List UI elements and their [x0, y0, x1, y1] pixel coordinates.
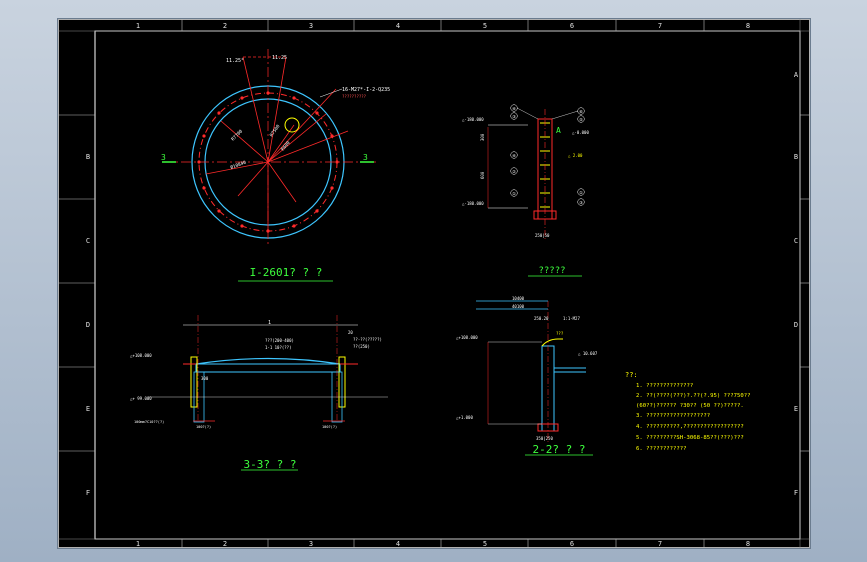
- row-letter: E: [794, 405, 798, 413]
- dim-label: 250.20: [534, 316, 549, 321]
- radius-dim: R600: [280, 140, 292, 152]
- section-2-2-view[interactable]: 10400 40100 △+108.000 △+1.000 1:1-M27 △ …: [456, 296, 598, 456]
- axis-label-right: 3: [363, 153, 368, 162]
- angle-label: 11.25: [272, 55, 287, 61]
- row-letter: A: [794, 71, 799, 79]
- callout-number: ⑥: [579, 109, 583, 114]
- plan-view[interactable]: 3 3 11.25° 11.25 16-M27*-I-2-Q235 ??????…: [161, 49, 390, 282]
- note-line: (60??)?????? ?30?? (50 ??)?????.: [636, 403, 744, 409]
- top-note: ???(200-400): [265, 338, 294, 343]
- note-line: 1. ??????????????: [636, 383, 693, 389]
- col-number: 6: [570, 22, 574, 30]
- radial-dimension-lines: [205, 56, 349, 233]
- note-line: 2. ??(????(???)?.??(?.95) ???750??: [636, 393, 751, 399]
- section-3-3-view[interactable]: 1 △+108.000 △+ 99.000 ???(200-400) 1-1 1…: [130, 315, 388, 471]
- notes-heading: ??:: [625, 371, 638, 379]
- top-note: ??-??(?????): [353, 337, 382, 342]
- bolt-callout-sub: ??????????: [342, 94, 367, 99]
- col-number: 6: [570, 540, 574, 548]
- small-note: △ 2.00: [568, 153, 583, 158]
- bottom-note: 100mm?C10??(?): [134, 420, 164, 424]
- cad-viewport[interactable]: 1 2 3 4 5 6 7 8 1 2 3 4 5 6 7 8 B C D E …: [57, 18, 811, 549]
- dim-mark: 20: [348, 330, 353, 335]
- callout-number: ③: [579, 200, 583, 205]
- col-number: 4: [396, 540, 400, 548]
- col-number: 5: [483, 22, 487, 30]
- general-notes: ??: 1. ?????????????? 2. ??(????(???)?.?…: [625, 371, 751, 452]
- note-line: 6. ????????????: [636, 446, 687, 452]
- col-number: 1: [136, 22, 140, 30]
- col-number: 4: [396, 22, 400, 30]
- top-note: ??(250): [353, 344, 370, 349]
- top-note: 40100: [512, 304, 525, 309]
- top-dim: 1: [268, 320, 271, 326]
- row-letter: F: [86, 489, 90, 497]
- elevation-label: △+ 99.000: [130, 396, 152, 401]
- row-letter: B: [794, 153, 798, 161]
- callout-number: ④: [512, 106, 516, 111]
- dim-label: 300: [480, 133, 485, 141]
- callout-number: ②: [512, 169, 516, 174]
- section-2-title: 2-2? ? ?: [533, 443, 586, 456]
- elevation-label: △+1.000: [456, 415, 473, 420]
- row-letter: D: [794, 321, 798, 329]
- col-number: 2: [223, 540, 227, 548]
- bolt-callout: 16-M27*-I-2-Q235: [342, 87, 390, 93]
- col-number: 8: [746, 22, 750, 30]
- elevation-label: △-180.000: [462, 117, 484, 122]
- angle-label: 11.25°: [226, 58, 244, 64]
- col-number: 8: [746, 540, 750, 548]
- row-letter: F: [794, 489, 798, 497]
- section-mark: A: [556, 126, 561, 135]
- row-letter: E: [86, 405, 90, 413]
- row-letter: D: [86, 321, 90, 329]
- section-3-title: 3-3? ? ?: [244, 458, 297, 471]
- dim-label: ???: [556, 331, 564, 336]
- dim-label: 600: [480, 171, 485, 179]
- section-a-view[interactable]: △-180.000 △-180.000 300 600 ④ ③ ⑥ ⑤ ④ ② …: [462, 104, 589, 277]
- row-letter: C: [86, 237, 90, 245]
- plan-title: I-2601? ? ?: [250, 266, 323, 279]
- diameter-dim: Ø10840: [229, 159, 247, 171]
- section-a-title: ?????: [538, 266, 565, 276]
- dim-label: 350|250: [536, 436, 553, 441]
- slab: [195, 363, 341, 373]
- small-note: △-0.000: [572, 130, 589, 135]
- drawing-border: [94, 30, 801, 540]
- elevation-label: △+108.000: [130, 353, 152, 358]
- col-number: 7: [658, 540, 662, 548]
- pipe-opening: [284, 117, 300, 133]
- dome-roof: [195, 357, 341, 365]
- row-letter: C: [794, 237, 798, 245]
- col-number: 3: [309, 540, 313, 548]
- axis-label-left: 3: [161, 153, 166, 162]
- col-number: 2: [223, 22, 227, 30]
- dim-mark: 300: [201, 376, 209, 381]
- callout-number: ⑤: [579, 117, 583, 122]
- col-number: 7: [658, 22, 662, 30]
- row-letter: B: [86, 153, 90, 161]
- top-note: 1-1 10?(??): [265, 345, 292, 350]
- col-number: 3: [309, 22, 313, 30]
- note-line: 3. ???????????????????: [636, 413, 710, 419]
- bottom-note: 100?(?): [196, 425, 211, 429]
- note-line: 4. ??????????,??????????????????: [636, 424, 744, 430]
- callout-number: ①: [579, 190, 583, 195]
- radius-dim: R7500: [269, 123, 282, 138]
- top-note: 10400: [512, 296, 525, 301]
- col-number: 5: [483, 540, 487, 548]
- col-number: 1: [136, 540, 140, 548]
- note-line: 5. ?????????SH-3068-85??(???)???: [636, 435, 744, 441]
- bottom-note: 100?(?): [322, 425, 337, 429]
- right-note: 1:1-M27: [563, 316, 580, 321]
- elevation-label: △-180.000: [462, 201, 484, 206]
- sheet-outer-frame: [58, 19, 810, 548]
- callout-number: ③: [512, 114, 516, 119]
- callout-number: ④: [512, 153, 516, 158]
- elevation-label: △+108.000: [456, 335, 478, 340]
- base-dim: 250|50: [535, 233, 550, 238]
- callout-number: ①: [512, 191, 516, 196]
- right-note: △ 10.607: [578, 351, 598, 356]
